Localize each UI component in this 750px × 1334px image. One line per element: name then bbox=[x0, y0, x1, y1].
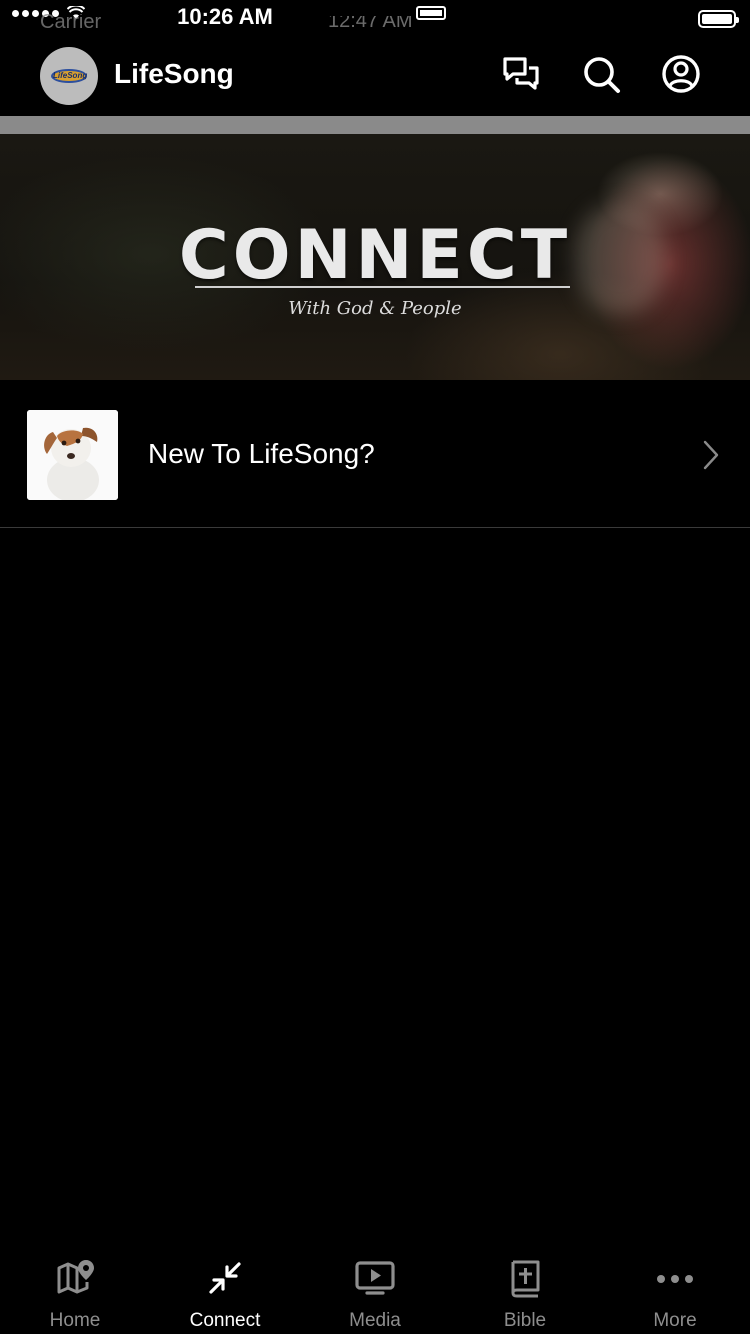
connect-banner: CONNECT With God & People bbox=[0, 134, 750, 380]
banner-subtitle: With God & People bbox=[288, 298, 462, 319]
tab-bar: Home Connect Media Bible More bbox=[0, 1246, 750, 1334]
arrows-in-icon bbox=[209, 1262, 241, 1294]
app-header: LifeSong LifeSong bbox=[0, 34, 750, 116]
chevron-right-icon bbox=[703, 440, 719, 470]
tab-more[interactable]: More bbox=[600, 1246, 750, 1334]
tab-home[interactable]: Home bbox=[0, 1246, 150, 1334]
list-item-label: New To LifeSong? bbox=[148, 438, 375, 469]
dog-thumbnail bbox=[27, 410, 118, 500]
battery-ghost-icon bbox=[416, 6, 446, 20]
battery-icon bbox=[698, 10, 739, 28]
tab-connect[interactable]: Connect bbox=[150, 1246, 300, 1334]
app-title: LifeSong bbox=[114, 58, 234, 89]
tab-label-home: Home bbox=[49, 1310, 101, 1331]
profile-button[interactable] bbox=[661, 54, 701, 94]
map-icon bbox=[57, 1260, 94, 1294]
search-button[interactable] bbox=[581, 54, 621, 94]
banner-title: CONNECT bbox=[178, 216, 572, 295]
tab-media[interactable]: Media bbox=[300, 1246, 450, 1334]
banner-rule bbox=[195, 286, 570, 288]
tab-label-media: Media bbox=[349, 1310, 401, 1331]
search-icon bbox=[584, 57, 620, 93]
app-logo[interactable]: LifeSong bbox=[40, 47, 98, 105]
tab-label-more: More bbox=[653, 1310, 697, 1331]
dog-photo-icon bbox=[27, 410, 118, 500]
bible-icon bbox=[511, 1260, 540, 1298]
more-dots-icon bbox=[657, 1275, 693, 1283]
status-time-label: 10:26 AM bbox=[177, 4, 273, 29]
tv-play-icon bbox=[355, 1261, 395, 1295]
list-item-new-to-lifesong[interactable]: New To LifeSong? bbox=[0, 380, 750, 528]
chat-icon bbox=[503, 57, 539, 90]
tab-label-connect: Connect bbox=[189, 1310, 261, 1331]
tab-bible[interactable]: Bible bbox=[450, 1246, 600, 1334]
status-bar: Carrier 10:26 AM 12:47 AM bbox=[0, 0, 750, 34]
profile-icon bbox=[662, 55, 700, 93]
chat-button[interactable] bbox=[501, 54, 541, 94]
header-divider bbox=[0, 116, 750, 134]
logo-text: LifeSong bbox=[51, 69, 87, 83]
tab-label-bible: Bible bbox=[503, 1310, 547, 1331]
time-ghost-text: 12:47 AM bbox=[328, 16, 413, 30]
